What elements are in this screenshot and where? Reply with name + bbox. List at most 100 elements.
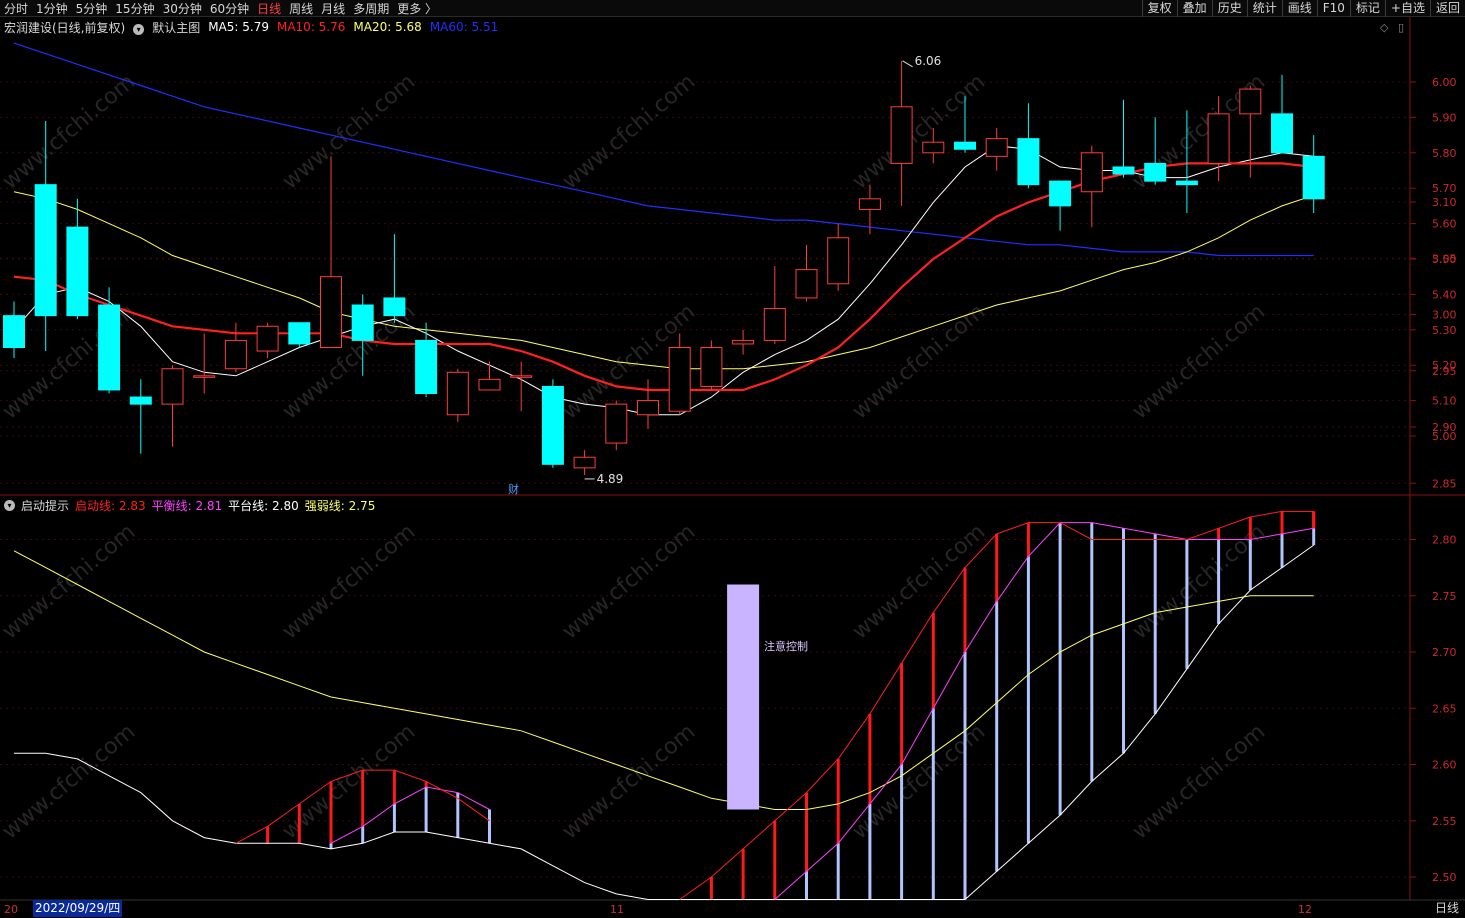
candle-body (1175, 180, 1198, 186)
indicator-tick-label: 2.90 (1432, 421, 1457, 434)
candle-body (478, 378, 501, 391)
panel-toggle-icon[interactable]: ▯ (1398, 21, 1404, 34)
indicator-tick-label: 2.95 (1432, 365, 1457, 378)
candle-body (129, 396, 152, 405)
price-tick-label: 5.90 (1432, 111, 1457, 124)
balance-line (774, 522, 1314, 900)
ma5-value: MA5: 5.79 (208, 20, 269, 34)
watermark-text: www.cfchi.com (278, 519, 420, 644)
indicator-name[interactable]: 启动提示 (21, 497, 69, 514)
up-candle (256, 322, 279, 359)
date-label-left: 20 (4, 903, 18, 916)
down-candle (383, 234, 406, 323)
candle-body (1017, 138, 1040, 186)
chart-canvas[interactable]: www.cfchi.com www.cfchi.com www.cfchi.com w… (0, 0, 1465, 918)
indicator-tick-label: 2.85 (1432, 477, 1457, 490)
candle-body (922, 141, 945, 154)
up-candle (446, 368, 469, 422)
indicator-tick-label: 3.00 (1432, 309, 1457, 322)
candle-body (3, 315, 25, 349)
candle-body (1302, 155, 1325, 200)
up-candle (985, 128, 1008, 171)
candle-body (193, 375, 216, 378)
up-candle (732, 329, 755, 355)
candle-body (954, 141, 976, 150)
price-tick-label: 5.30 (1432, 324, 1457, 337)
price-tick-label: 5.60 (1432, 218, 1457, 231)
balance-line-value: 平衡线: 2.81 (151, 498, 223, 513)
down-candle (3, 301, 25, 359)
strength-line-value: 强弱线: 2.75 (304, 498, 376, 513)
up-candle (478, 361, 501, 391)
ma10-value: MA10: 5.76 (276, 20, 346, 34)
up-candle (605, 400, 628, 451)
indicator-tick-label: 3.10 (1432, 196, 1457, 209)
candle-body (1207, 113, 1230, 164)
template-name[interactable]: ▾ 默认主图 (133, 19, 200, 36)
platform-line-value: 平台线: 2.80 (228, 498, 299, 513)
down-candle (1302, 135, 1325, 213)
down-candle (129, 379, 152, 454)
date-label-nov: 11 (610, 903, 624, 916)
down-candle (66, 198, 89, 320)
down-candle (288, 322, 311, 348)
watermark-text: www.cfchi.com (0, 69, 140, 194)
indicator-tick-label: 2.80 (1432, 534, 1457, 547)
candle-body (1080, 152, 1103, 193)
price-tick-label: 5.70 (1432, 182, 1457, 195)
up-candle (890, 60, 913, 206)
up-candle (637, 379, 659, 429)
candle-body (224, 339, 247, 370)
watermark-text: www.cfchi.com (558, 69, 700, 194)
indicator-tick-label: 3.05 (1432, 252, 1457, 265)
candle-body (605, 403, 628, 444)
down-candle (541, 379, 564, 468)
up-candle (320, 156, 342, 349)
ma10-line (13, 162, 1314, 392)
price-tick-label: 6.00 (1432, 76, 1457, 89)
watermark-text: www.cfchi.com (1128, 299, 1270, 424)
candle-body (763, 308, 786, 341)
candle-body (98, 304, 121, 391)
candle-body (700, 347, 723, 387)
candle-body (732, 339, 755, 345)
candle-body (890, 106, 913, 164)
up-candle (193, 333, 216, 394)
candle-body (351, 304, 374, 341)
finance-marker[interactable]: 财 (508, 482, 519, 496)
candle-body (1239, 88, 1262, 115)
candle-body (383, 297, 406, 317)
candle-body (1049, 180, 1072, 207)
candle-body (573, 456, 596, 469)
watermark-text: www.cfchi.com (0, 519, 140, 644)
diamond-icon[interactable]: ◇ (1380, 21, 1389, 34)
high-price-label: 6.06 (915, 54, 942, 68)
candle-body (446, 371, 469, 416)
candle-body (827, 237, 850, 285)
candle-body (668, 347, 691, 412)
strength-line (13, 550, 1314, 810)
stock-title[interactable]: 宏润建设(日线,前复权) (4, 19, 125, 36)
ma60-line (13, 42, 1314, 257)
up-candle (161, 365, 184, 447)
indicator-tick-label: 2.50 (1432, 871, 1457, 884)
up-candle (763, 266, 786, 344)
price-tick-label: 5.40 (1432, 288, 1457, 301)
candle-body (510, 375, 533, 378)
up-candle (573, 450, 596, 475)
watermark-text: www.cfchi.com (0, 719, 140, 844)
indicator-gear-icon[interactable]: ▾ (4, 499, 15, 511)
watermark-text: www.cfchi.com (848, 519, 990, 644)
candle-body (66, 226, 89, 317)
period-indicator[interactable]: 日线 (1435, 900, 1459, 917)
watermark-text: www.cfchi.com (848, 69, 990, 194)
gear-icon[interactable]: ▾ (133, 23, 145, 35)
up-candle (827, 223, 850, 291)
main-chart-legend: 宏润建设(日线,前复权) ▾ 默认主图 MA5: 5.79 MA10: 5.76 … (4, 19, 506, 35)
candle-body (795, 269, 818, 299)
candle-body (637, 400, 659, 416)
candle-body (415, 339, 438, 395)
indicator-tick-label: 2.65 (1432, 702, 1457, 715)
signal-bar (727, 584, 760, 810)
watermark-text: www.cfchi.com (278, 299, 420, 424)
